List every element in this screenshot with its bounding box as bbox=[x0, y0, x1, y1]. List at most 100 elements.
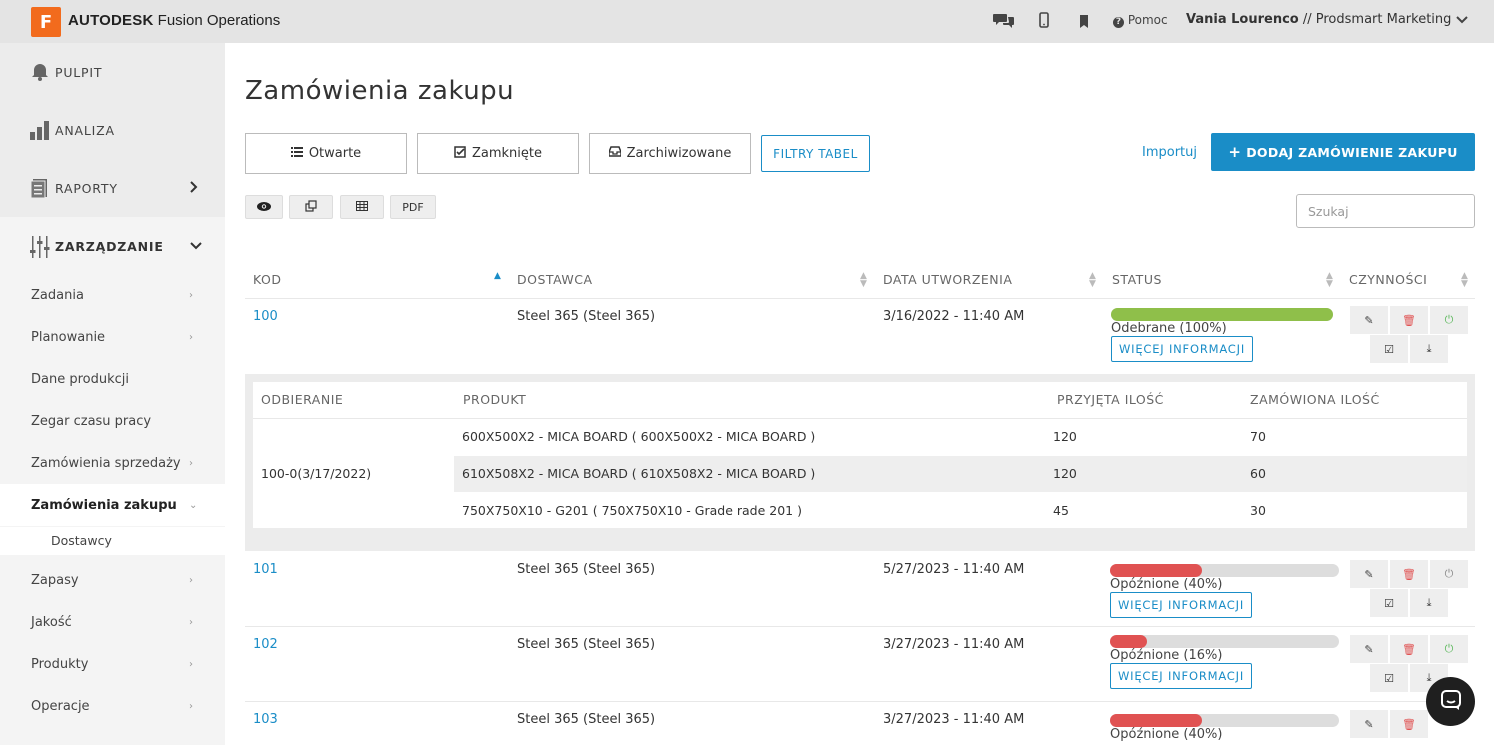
sort-icon[interactable]: ▲ ▼ bbox=[1326, 272, 1333, 289]
chevron-down-icon[interactable] bbox=[1456, 13, 1468, 27]
sidebar-item-zadania[interactable]: Zadania › bbox=[0, 274, 225, 316]
add-button-label: DODAJ ZAMÓWIENIE ZAKUPU bbox=[1246, 144, 1458, 160]
created-date-cell: 3/27/2023 - 11:40 AM bbox=[883, 637, 1025, 652]
sidebar-item-planowanie[interactable]: Planowanie › bbox=[0, 316, 225, 358]
sidebar-item-zarzadzanie[interactable]: ZARZĄDZANIE bbox=[0, 217, 225, 275]
order-code-link[interactable]: 103 bbox=[253, 712, 278, 727]
tab-label: Zarchiwizowane bbox=[626, 146, 732, 161]
sidebar-item-pulpit[interactable]: PULPIT bbox=[0, 43, 225, 101]
bookmark-icon[interactable] bbox=[1079, 14, 1089, 32]
sidebar-item-zegar-czasu-pracy[interactable]: Zegar czasu pracy bbox=[0, 400, 225, 442]
divider bbox=[245, 701, 1475, 702]
import-link[interactable]: Importuj bbox=[1142, 145, 1197, 160]
check-square-icon[interactable]: ☑ bbox=[1370, 335, 1408, 363]
user-menu[interactable]: Vania Lourenco // Prodsmart Marketing bbox=[1186, 12, 1451, 27]
sidebar-item-jakosc[interactable]: Jakość › bbox=[0, 601, 225, 643]
tab-otwarte[interactable]: Otwarte bbox=[245, 133, 407, 174]
trash-icon[interactable]: 🗑 bbox=[1390, 635, 1428, 663]
status-progress-bar bbox=[1110, 714, 1339, 727]
check-square-icon[interactable]: ☑ bbox=[1370, 589, 1408, 617]
sidebar-label: Zamówienia zakupu bbox=[31, 497, 177, 513]
trash-icon[interactable]: 🗑 bbox=[1390, 710, 1428, 738]
detail-header-produkt: PRODUKT bbox=[463, 392, 527, 407]
user-name: Vania Lourenco bbox=[1186, 12, 1299, 27]
download-icon[interactable]: ⤓ bbox=[1410, 335, 1448, 363]
sort-icon[interactable]: ▲ ▼ bbox=[860, 272, 867, 289]
created-date-cell: 3/27/2023 - 11:40 AM bbox=[883, 712, 1025, 727]
search-input[interactable] bbox=[1296, 194, 1475, 228]
more-info-button[interactable]: WIĘCEJ INFORMACJI bbox=[1110, 663, 1252, 689]
page-title: Zamówienia zakupu bbox=[245, 76, 515, 106]
table-filters-button[interactable]: FILTRY TABEL bbox=[761, 135, 870, 172]
power-icon[interactable]: ⏻ bbox=[1430, 635, 1468, 663]
column-header-dostawca[interactable]: DOSTAWCA bbox=[517, 272, 593, 287]
divider bbox=[253, 418, 1467, 419]
sidebar-item-operacje[interactable]: Operacje › bbox=[0, 685, 225, 727]
document-icon bbox=[30, 178, 50, 199]
brand-name: AUTODESK Fusion Operations bbox=[68, 12, 280, 29]
sidebar-item-dostawcy[interactable]: Dostawcy bbox=[0, 527, 225, 555]
sidebar-label: Zamówienia sprzedaży bbox=[31, 455, 181, 471]
inbox-icon bbox=[607, 146, 622, 161]
check-square-icon[interactable]: ☑ bbox=[1370, 664, 1408, 692]
progress-fill bbox=[1111, 308, 1333, 321]
chat-launcher-button[interactable] bbox=[1426, 677, 1475, 726]
trash-icon[interactable]: 🗑 bbox=[1390, 560, 1428, 588]
top-bar: F AUTODESK Fusion Operations ? Pomoc Van… bbox=[0, 0, 1494, 43]
edit-icon[interactable]: ✎ bbox=[1350, 306, 1388, 334]
sidebar-item-analiza[interactable]: ANALIZA bbox=[0, 101, 225, 159]
fusion-logo[interactable]: F bbox=[31, 7, 61, 37]
progress-fill bbox=[1110, 635, 1147, 648]
add-purchase-order-button[interactable]: + DODAJ ZAMÓWIENIE ZAKUPU bbox=[1211, 133, 1475, 171]
ordered-qty-cell: 30 bbox=[1250, 503, 1266, 518]
copy-icon bbox=[305, 199, 317, 215]
sidebar-item-raporty[interactable]: RAPORTY bbox=[0, 159, 225, 217]
chat-bubbles-icon[interactable] bbox=[993, 12, 1015, 32]
help-link[interactable]: ? Pomoc bbox=[1113, 13, 1168, 28]
csv-export-button[interactable] bbox=[340, 195, 384, 219]
sort-asc-icon[interactable]: ▲ bbox=[494, 272, 501, 281]
sidebar-label: ANALIZA bbox=[55, 122, 115, 138]
supplier-cell: Steel 365 (Steel 365) bbox=[517, 309, 656, 324]
sliders-icon bbox=[30, 236, 50, 258]
edit-icon[interactable]: ✎ bbox=[1350, 560, 1388, 588]
chevron-right-icon: › bbox=[189, 457, 193, 469]
sidebar-item-dane-produkcji[interactable]: Dane produkcji bbox=[0, 358, 225, 400]
sidebar-item-zamowienia-zakupu[interactable]: Zamówienia zakupu ⌄ bbox=[0, 484, 225, 526]
sidebar-label: Zadania bbox=[31, 287, 84, 303]
mobile-phone-icon[interactable] bbox=[1039, 12, 1049, 32]
product-cell: 750X750X10 - G201 ( 750X750X10 - Grade r… bbox=[462, 503, 802, 518]
tab-zamkniete[interactable]: Zamknięte bbox=[417, 133, 579, 174]
copy-button[interactable] bbox=[289, 195, 333, 219]
power-icon[interactable]: ⏻ bbox=[1430, 560, 1468, 588]
plus-icon: + bbox=[1228, 143, 1242, 161]
sidebar-label: Operacje bbox=[31, 698, 90, 714]
chat-icon bbox=[1440, 689, 1462, 715]
progress-fill bbox=[1110, 714, 1202, 727]
power-icon[interactable]: ⏻ bbox=[1430, 306, 1468, 334]
sort-icon[interactable]: ▲ ▼ bbox=[1461, 272, 1468, 289]
tab-zarchiwizowane[interactable]: Zarchiwizowane bbox=[589, 133, 751, 174]
help-label: Pomoc bbox=[1127, 13, 1168, 27]
edit-icon[interactable]: ✎ bbox=[1350, 635, 1388, 663]
more-info-button[interactable]: WIĘCEJ INFORMACJI bbox=[1111, 336, 1253, 362]
sidebar-item-zamowienia-sprzedazy[interactable]: Zamówienia sprzedaży › bbox=[0, 442, 225, 484]
pdf-export-button[interactable]: PDF bbox=[390, 195, 436, 219]
edit-icon[interactable]: ✎ bbox=[1350, 710, 1388, 738]
column-header-kod[interactable]: KOD bbox=[253, 272, 281, 287]
sort-icon[interactable]: ▲ ▼ bbox=[1089, 272, 1096, 289]
toggle-view-button[interactable] bbox=[245, 195, 283, 219]
column-header-data[interactable]: DATA UTWORZENIA bbox=[883, 272, 1012, 287]
order-code-link[interactable]: 102 bbox=[253, 637, 278, 652]
trash-icon[interactable]: 🗑 bbox=[1390, 306, 1428, 334]
order-code-link[interactable]: 101 bbox=[253, 562, 278, 577]
more-info-button[interactable]: WIĘCEJ INFORMACJI bbox=[1110, 592, 1252, 618]
sidebar-item-zapasy[interactable]: Zapasy › bbox=[0, 559, 225, 601]
sidebar-label: Jakość bbox=[31, 614, 72, 630]
download-icon[interactable]: ⤓ bbox=[1410, 589, 1448, 617]
sidebar-item-produkty[interactable]: Produkty › bbox=[0, 643, 225, 685]
column-header-status[interactable]: STATUS bbox=[1112, 272, 1162, 287]
divider bbox=[245, 626, 1475, 627]
sidebar-label: Zapasy bbox=[31, 572, 79, 588]
order-code-link[interactable]: 100 bbox=[253, 309, 278, 324]
